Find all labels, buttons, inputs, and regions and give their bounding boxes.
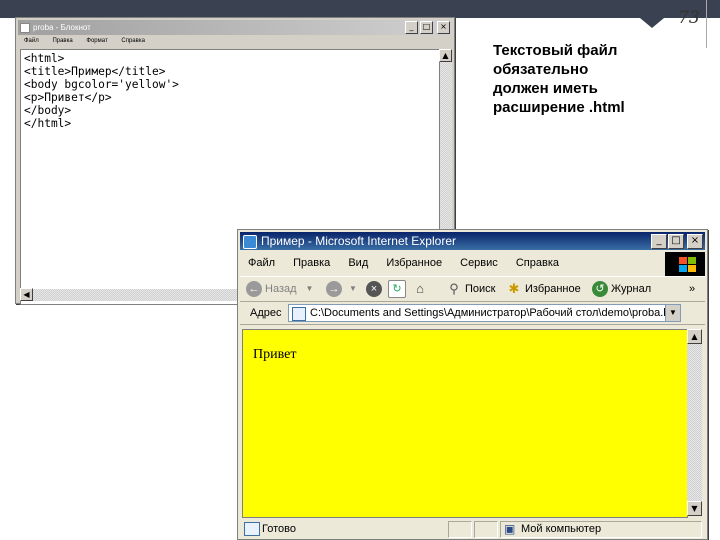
maximize-button[interactable]: □	[668, 234, 684, 249]
address-input[interactable]: C:\Documents and Settings\Администратор\…	[288, 304, 681, 322]
slide-corner-decoration	[706, 0, 720, 48]
chevron-down-icon[interactable]: ▼	[306, 277, 314, 301]
status-cell	[474, 521, 498, 538]
back-label: Назад	[265, 283, 297, 295]
menu-favorites[interactable]: Избранное	[386, 254, 442, 272]
menu-tools[interactable]: Сервис	[460, 254, 498, 272]
history-button[interactable]: ↺ Журнал	[592, 277, 651, 301]
ie-window: Пример - Microsoft Internet Explorer _ □…	[237, 229, 708, 540]
menu-file[interactable]: Файл	[24, 35, 39, 47]
minimize-button[interactable]: _	[651, 234, 667, 249]
toolbar-overflow-button[interactable]: »	[689, 277, 695, 301]
menu-edit[interactable]: Правка	[52, 35, 72, 47]
address-bar: Адрес C:\Documents and Settings\Админист…	[240, 302, 705, 325]
menu-format[interactable]: Формат	[86, 35, 107, 47]
status-zone-cell: ▣ Мой компьютер	[500, 521, 702, 538]
page-paragraph: Привет	[253, 347, 297, 362]
notepad-title: proba - Блокнот	[33, 23, 91, 32]
search-icon: ⚲	[449, 281, 459, 296]
back-arrow-icon: ←	[246, 281, 262, 297]
scroll-up-arrow-icon[interactable]: ▲	[687, 329, 702, 344]
page-status-icon	[244, 522, 260, 536]
page-icon	[292, 307, 306, 321]
menu-file[interactable]: Файл	[248, 254, 275, 272]
stop-button[interactable]: ×	[366, 277, 382, 301]
search-button[interactable]: ⚲ Поиск	[446, 277, 495, 301]
address-value: C:\Documents and Settings\Администратор\…	[310, 307, 681, 319]
overflow-chevron: »	[689, 283, 696, 295]
refresh-icon: ↻	[388, 280, 406, 298]
chevron-down-icon[interactable]: ▼	[349, 277, 357, 301]
slide-caption: Текстовый файл обязательно должен иметь …	[493, 41, 671, 117]
computer-icon: ▣	[504, 522, 516, 536]
close-button[interactable]: ×	[437, 21, 450, 34]
history-icon: ↺	[592, 281, 608, 297]
scroll-up-arrow-icon[interactable]: ▲	[439, 49, 452, 62]
slide-top-notch	[640, 18, 664, 28]
address-dropdown-button[interactable]: ▼	[665, 305, 680, 321]
favorites-button[interactable]: ✱ Избранное	[506, 277, 581, 301]
address-label: Адрес	[250, 307, 282, 319]
search-label: Поиск	[465, 283, 496, 295]
status-zone-text: Мой компьютер	[521, 523, 602, 535]
slide-caption-line: должен иметь	[493, 80, 598, 97]
close-button[interactable]: ×	[687, 234, 703, 249]
scroll-down-arrow-icon[interactable]: ▼	[687, 501, 702, 516]
star-icon: ✱	[508, 281, 520, 296]
ie-vertical-scrollbar[interactable]: ▲ ▼	[687, 329, 702, 516]
maximize-button[interactable]: □	[420, 21, 433, 34]
menu-help[interactable]: Справка	[516, 254, 559, 272]
favorites-label: Избранное	[525, 283, 581, 295]
menu-view[interactable]: Вид	[348, 254, 368, 272]
stop-icon: ×	[366, 281, 382, 297]
home-button[interactable]: ⌂	[412, 277, 428, 301]
notepad-menubar: Файл Правка Формат Справка	[18, 35, 452, 47]
slide-caption-line: Текстовый файл	[493, 42, 618, 59]
menu-edit[interactable]: Правка	[293, 254, 330, 272]
status-cell	[448, 521, 472, 538]
back-button[interactable]: ← Назад ▼	[246, 277, 313, 301]
minimize-button[interactable]: _	[405, 21, 418, 34]
notepad-titlebar[interactable]: proba - Блокнот _ □ ×	[18, 20, 452, 35]
page-content: Привет	[242, 329, 688, 518]
forward-button[interactable]: → ▼	[326, 277, 357, 301]
windows-logo-icon	[665, 252, 705, 276]
ie-menubar: Файл Правка Вид Избранное Сервис Справка	[240, 254, 705, 272]
ie-title: Пример - Microsoft Internet Explorer	[261, 234, 456, 248]
ie-toolbar: ← Назад ▼ → ▼ × ↻ ⌂ ⚲ Поиск ✱ Избранное …	[240, 276, 705, 302]
forward-arrow-icon: →	[326, 281, 342, 297]
slide-number: 73	[678, 8, 700, 28]
ie-titlebar[interactable]: Пример - Microsoft Internet Explorer _ □…	[240, 232, 705, 250]
ie-status-bar: Готово ▣ Мой компьютер	[240, 520, 705, 538]
history-label: Журнал	[611, 283, 652, 295]
html-source-code: <html> <title>Пример</title> <body bgcol…	[24, 52, 179, 130]
slide-top-bar	[0, 0, 720, 18]
slide-caption-line: расширение .html	[493, 99, 625, 116]
home-icon: ⌂	[416, 281, 424, 296]
ie-logo-icon	[243, 235, 257, 249]
notepad-app-icon	[20, 23, 30, 33]
scroll-left-arrow-icon[interactable]: ◀	[20, 288, 33, 301]
refresh-button[interactable]: ↻	[388, 277, 406, 301]
status-text: Готово	[262, 523, 296, 535]
menu-help[interactable]: Справка	[121, 35, 145, 47]
slide-caption-line: обязательно	[493, 61, 589, 78]
